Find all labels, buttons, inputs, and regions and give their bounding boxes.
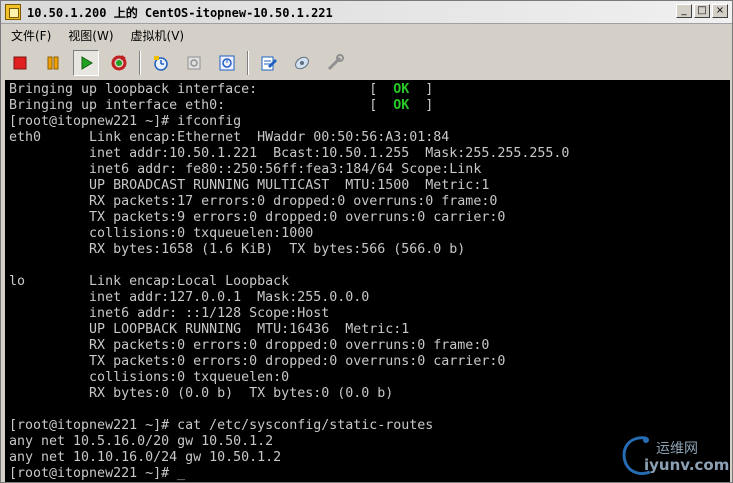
console-line: any net 10.10.16.0/24 gw 10.50.1.2	[9, 450, 282, 465]
status-line: Bringing up interface eth0: [ OK ]	[9, 98, 434, 113]
revert-snapshot-button[interactable]	[181, 50, 207, 76]
window-controls: _ □ ×	[676, 4, 728, 18]
console-line: [root@itopnew221 ~]# cat /etc/sysconfig/…	[9, 418, 434, 433]
vm-console-screen[interactable]: Bringing up loopback interface: [ OK ] B…	[5, 80, 730, 482]
toolbar-separator	[247, 51, 249, 75]
console-line: eth0 Link encap:Ethernet HWaddr 00:50:56…	[9, 130, 450, 145]
close-button[interactable]: ×	[712, 4, 728, 18]
status-line-text: Bringing up interface eth0:	[9, 98, 226, 113]
console-line: collisions:0 txqueuelen:1000	[9, 226, 314, 241]
status-ok-label: OK	[393, 98, 410, 113]
watermark-text-cn: 运维网	[656, 441, 698, 457]
console-line: collisions:0 txqueuelen:0	[9, 370, 290, 385]
edit-settings-button[interactable]	[256, 50, 282, 76]
play-icon	[81, 56, 93, 70]
menu-vm[interactable]: 虚拟机(V)	[121, 27, 192, 44]
title-bar[interactable]: 10.50.1.200 上的 CentOS-itopnew-10.50.1.22…	[1, 1, 732, 24]
reset-icon	[111, 55, 127, 71]
tools-icon	[327, 54, 344, 71]
menu-file[interactable]: 文件(F)	[1, 27, 58, 44]
console-line: TX packets:9 errors:0 dropped:0 overruns…	[9, 210, 506, 225]
revert-snapshot-icon	[187, 56, 201, 70]
console-line: UP LOOPBACK RUNNING MTU:16436 Metric:1	[9, 322, 410, 337]
console-line: UP BROADCAST RUNNING MULTICAST MTU:1500 …	[9, 178, 490, 193]
tools-button[interactable]	[322, 50, 348, 76]
suspend-button[interactable]	[40, 50, 66, 76]
reset-button[interactable]	[106, 50, 132, 76]
vm-console-icon	[5, 4, 21, 20]
console-line: inet6 addr: ::1/128 Scope:Host	[9, 306, 330, 321]
status-ok-label: OK	[393, 82, 410, 97]
text-cursor: _	[177, 466, 186, 481]
power-on-button[interactable]	[73, 50, 99, 76]
maximize-button[interactable]: □	[694, 4, 710, 18]
toolbar-separator	[139, 51, 141, 75]
console-line: RX bytes:0 (0.0 b) TX bytes:0 (0.0 b)	[9, 386, 394, 401]
minimize-button[interactable]: _	[676, 4, 692, 18]
console-line: inet addr:10.50.1.221 Bcast:10.50.1.255 …	[9, 146, 570, 161]
window-title: 10.50.1.200 上的 CentOS-itopnew-10.50.1.22…	[27, 5, 333, 20]
vm-console-window: 10.50.1.200 上的 CentOS-itopnew-10.50.1.22…	[0, 0, 733, 483]
console-output: Bringing up loopback interface: [ OK ] B…	[5, 80, 730, 482]
command-prompt: [root@itopnew221 ~]#	[9, 466, 178, 481]
stop-icon	[13, 56, 27, 70]
console-line: RX packets:17 errors:0 dropped:0 overrun…	[9, 194, 498, 209]
watermark-text-url: iyunv.com	[644, 456, 730, 474]
edit-settings-icon	[261, 56, 277, 71]
pause-icon	[47, 56, 59, 70]
console-line: TX packets:0 errors:0 dropped:0 overruns…	[9, 354, 506, 369]
console-line: inet6 addr: fe80::250:56ff:fea3:184/64 S…	[9, 162, 482, 177]
connect-device-icon	[295, 56, 309, 70]
console-line: RX packets:0 errors:0 dropped:0 overruns…	[9, 338, 490, 353]
toolbar	[1, 47, 732, 79]
console-line: inet addr:127.0.0.1 Mask:255.0.0.0	[9, 290, 370, 305]
console-line: [root@itopnew221 ~]# ifconfig	[9, 114, 242, 129]
manage-snapshots-icon	[219, 55, 235, 71]
console-line: lo Link encap:Local Loopback	[9, 274, 290, 289]
watermark-logo: 运维网 iyunv.com	[616, 432, 730, 480]
connect-device-button[interactable]	[289, 50, 315, 76]
power-off-button[interactable]	[7, 50, 33, 76]
console-line: any net 10.5.16.0/20 gw 10.50.1.2	[9, 434, 274, 449]
status-line-text: Bringing up loopback interface:	[9, 82, 258, 97]
take-snapshot-button[interactable]	[148, 50, 174, 76]
snapshot-icon	[154, 56, 168, 71]
menu-bar: 文件(F) 视图(W) 虚拟机(V)	[1, 24, 732, 46]
snapshot-manager-button[interactable]	[214, 50, 240, 76]
status-line: Bringing up loopback interface: [ OK ]	[9, 82, 434, 97]
console-line: RX bytes:1658 (1.6 KiB) TX bytes:566 (56…	[9, 242, 466, 257]
menu-view[interactable]: 视图(W)	[58, 27, 120, 44]
